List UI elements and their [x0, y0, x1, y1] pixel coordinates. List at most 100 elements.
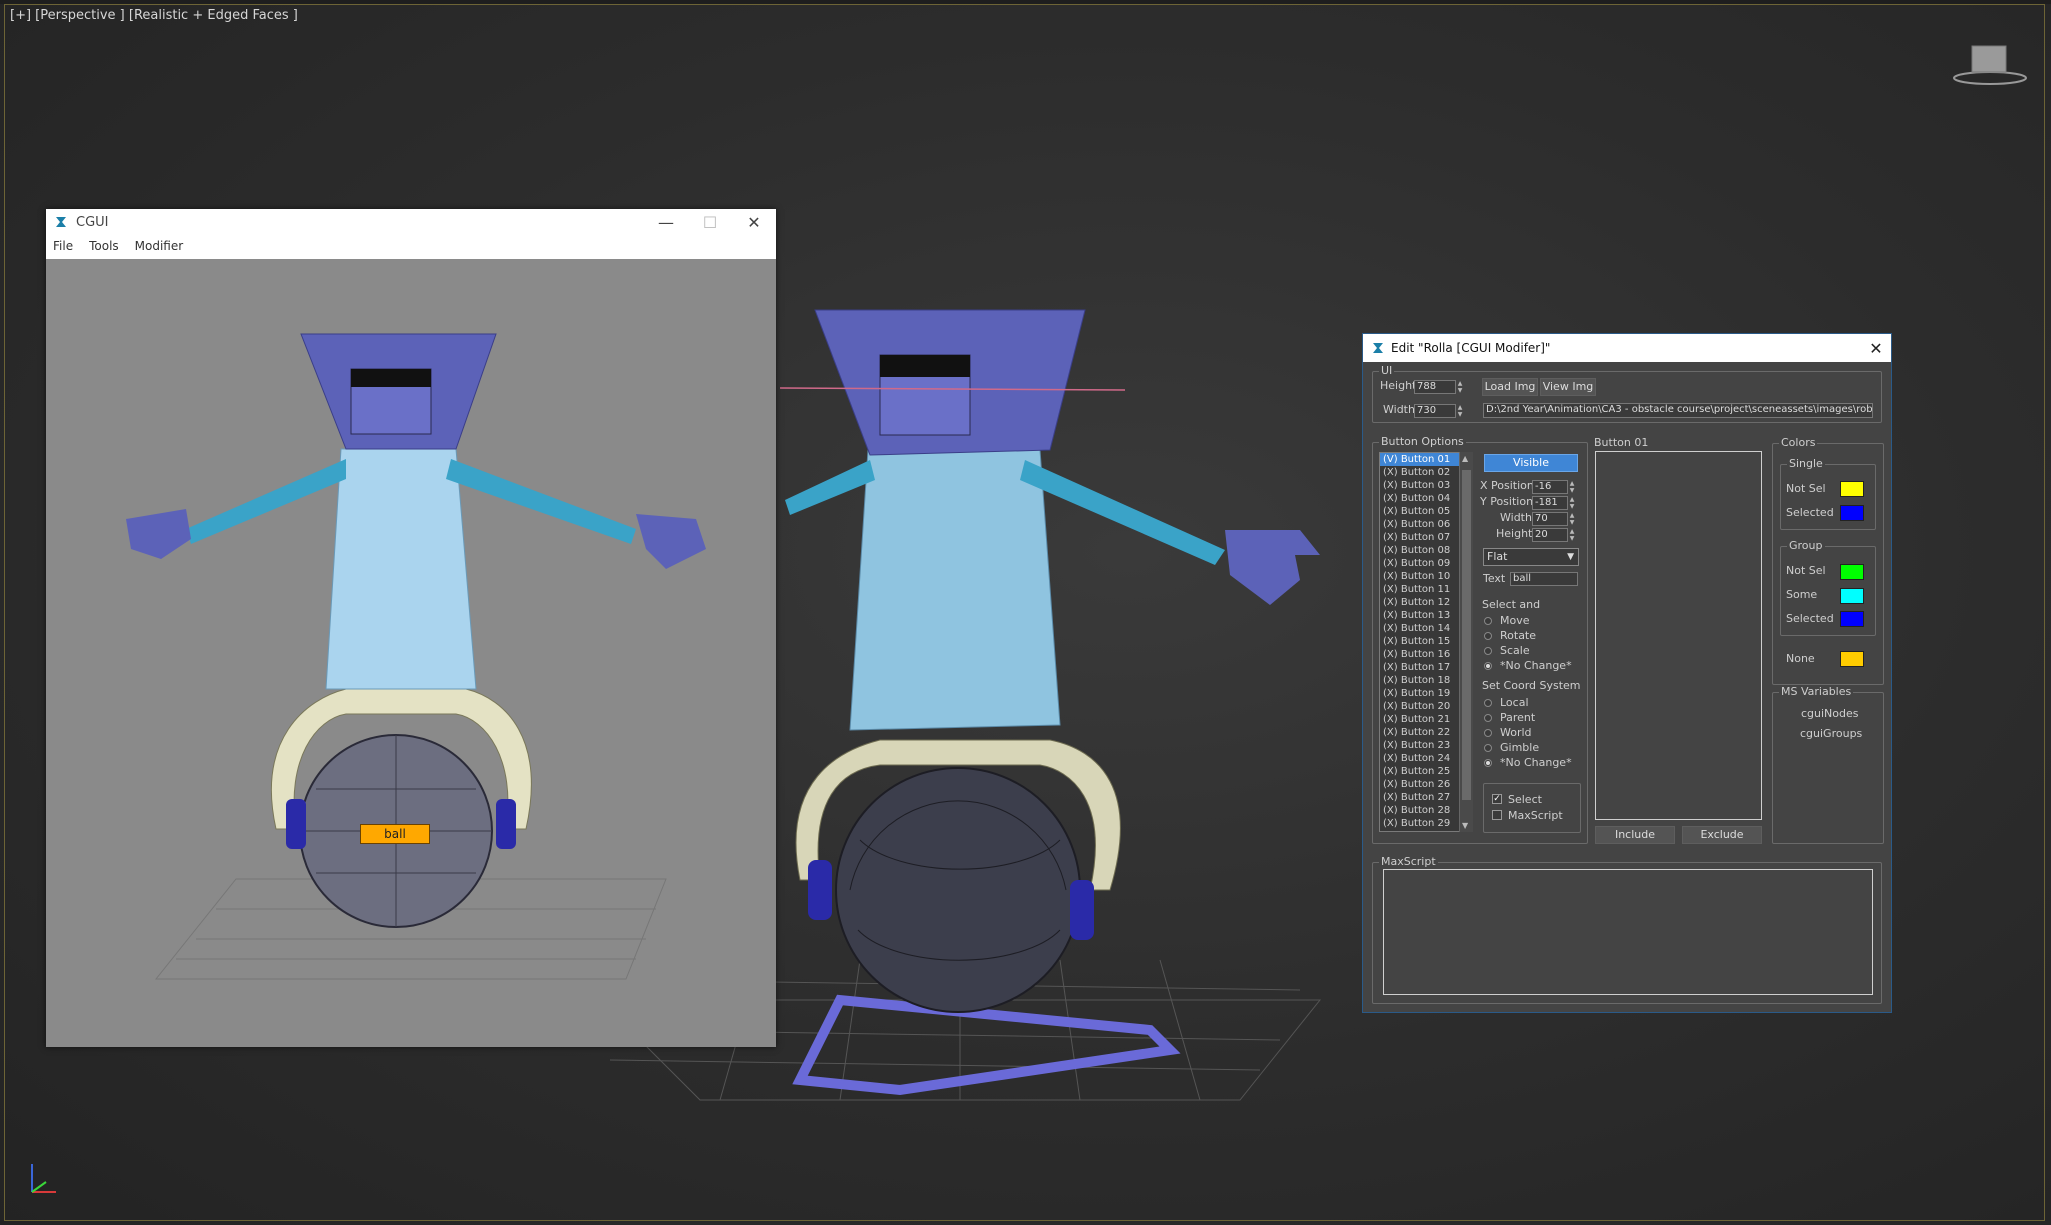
- button-preview-box[interactable]: [1595, 451, 1762, 820]
- right-hand: [1225, 530, 1320, 605]
- ms-variable-item[interactable]: cguiNodes: [1801, 707, 1859, 720]
- y-position-spinner[interactable]: ▲ ▼: [1568, 496, 1576, 510]
- text-field[interactable]: ball: [1510, 572, 1578, 586]
- maximize-button[interactable]: ☐: [688, 213, 732, 232]
- robot-ball: [835, 767, 1081, 1013]
- single-selected-label: Selected: [1786, 506, 1834, 519]
- text-label: Text: [1483, 572, 1506, 585]
- visible-button[interactable]: Visible: [1484, 454, 1578, 472]
- colors-label: Colors: [1779, 436, 1818, 449]
- width-spinner[interactable]: ▲ ▼: [1456, 404, 1464, 418]
- menu-modifier[interactable]: Modifier: [135, 239, 184, 253]
- scroll-up-icon[interactable]: ▲: [1462, 454, 1468, 463]
- minimize-button[interactable]: —: [644, 213, 688, 232]
- button-height-field[interactable]: 20: [1532, 528, 1568, 542]
- chevron-down-icon: ▼: [1567, 552, 1574, 562]
- view-img-button[interactable]: View Img: [1540, 378, 1596, 396]
- menu-tools[interactable]: Tools: [89, 239, 119, 253]
- button-width-field[interactable]: 70: [1532, 512, 1568, 526]
- right-wheel: [1070, 880, 1094, 940]
- radio-parent[interactable]: [1484, 714, 1492, 722]
- radio-coord-no-change[interactable]: [1484, 759, 1492, 767]
- ball-button[interactable]: ball: [360, 824, 430, 844]
- axis-gizmo-icon: [31, 1164, 56, 1193]
- coord-system-label: Set Coord System: [1482, 679, 1581, 692]
- radio-scale[interactable]: [1484, 647, 1492, 655]
- maxscript-label: MaxScript: [1379, 855, 1438, 868]
- ms-variables-label: MS Variables: [1779, 685, 1854, 698]
- height-field[interactable]: 788: [1414, 380, 1456, 394]
- group-not-sel-swatch[interactable]: [1840, 564, 1864, 580]
- close-button[interactable]: ✕: [1861, 339, 1891, 358]
- radio-rotate-label: Rotate: [1500, 629, 1537, 642]
- robot-model[interactable]: [779, 309, 1320, 1096]
- radio-gimble[interactable]: [1484, 744, 1492, 752]
- cgui-titlebar[interactable]: CGUI — ☐ ✕: [46, 209, 776, 235]
- 3dsmax-app-icon: [1373, 343, 1383, 353]
- robot-body: [849, 449, 1061, 731]
- radio-move-label: Move: [1500, 614, 1530, 627]
- cgui-title: CGUI: [76, 214, 109, 230]
- radio-move[interactable]: [1484, 617, 1492, 625]
- none-swatch[interactable]: [1840, 651, 1864, 667]
- menu-file[interactable]: File: [53, 239, 73, 253]
- button-height-spinner[interactable]: ▲ ▼: [1568, 528, 1576, 542]
- y-position-field[interactable]: -181: [1532, 496, 1568, 510]
- radio-no-change[interactable]: [1484, 662, 1492, 670]
- select-and-label: Select and: [1482, 598, 1541, 611]
- group-some-label: Some: [1786, 588, 1818, 601]
- single-selected-swatch[interactable]: [1840, 505, 1864, 521]
- button-width-label: Width: [1500, 511, 1532, 524]
- group-selected-label: Selected: [1786, 612, 1834, 625]
- image-path-field[interactable]: D:\2nd Year\Animation\CA3 - obstacle cou…: [1483, 403, 1873, 418]
- width-field[interactable]: 730: [1414, 404, 1456, 418]
- width-label: Width: [1383, 403, 1415, 416]
- viewcube-icon[interactable]: [1950, 38, 2030, 88]
- close-button[interactable]: ✕: [732, 213, 776, 232]
- cgui-canvas[interactable]: ball: [46, 259, 776, 1047]
- height-spinner[interactable]: ▲ ▼: [1456, 380, 1464, 394]
- button-width-spinner[interactable]: ▲ ▼: [1568, 512, 1576, 526]
- scroll-down-icon[interactable]: ▼: [1462, 821, 1468, 830]
- edit-dialog-titlebar[interactable]: Edit "Rolla [CGUI Modifer]" ✕: [1363, 334, 1891, 362]
- radio-world[interactable]: [1484, 729, 1492, 737]
- select-checkbox-label: Select: [1508, 793, 1542, 806]
- none-label: None: [1786, 652, 1815, 665]
- cgui-menubar: File Tools Modifier: [46, 235, 776, 257]
- cgui-window[interactable]: CGUI — ☐ ✕ File Tools Modifier ball: [46, 209, 776, 1047]
- radio-rotate[interactable]: [1484, 632, 1492, 640]
- button-height-label: Height: [1496, 527, 1533, 540]
- radio-gimble-label: Gimble: [1500, 741, 1540, 754]
- cgui-robot-image: [126, 333, 706, 980]
- button-panel-label: Button 01: [1594, 436, 1649, 449]
- style-dropdown[interactable]: Flat ▼: [1483, 548, 1579, 566]
- radio-coord-no-change-label: *No Change*: [1500, 756, 1572, 769]
- right-arm: [1020, 460, 1225, 565]
- radio-local-label: Local: [1500, 696, 1529, 709]
- single-not-sel-label: Not Sel: [1786, 482, 1826, 495]
- maxscript-checkbox[interactable]: [1492, 810, 1502, 820]
- scroll-thumb[interactable]: [1462, 470, 1471, 800]
- load-img-button[interactable]: Load Img: [1482, 378, 1538, 396]
- group-some-swatch[interactable]: [1840, 588, 1864, 604]
- include-button[interactable]: Include: [1595, 826, 1675, 844]
- 3dsmax-app-icon: [56, 217, 66, 227]
- radio-local[interactable]: [1484, 699, 1492, 707]
- maxscript-textarea[interactable]: [1383, 869, 1873, 995]
- x-position-spinner[interactable]: ▲ ▼: [1568, 480, 1576, 494]
- left-wheel: [808, 860, 832, 920]
- maxscript-checkbox-label: MaxScript: [1508, 809, 1563, 822]
- group-selected-swatch[interactable]: [1840, 611, 1864, 627]
- group-label: Group: [1787, 539, 1825, 552]
- left-arm: [785, 460, 875, 515]
- button-list-scrollbar[interactable]: ▲ ▼: [1459, 452, 1473, 832]
- button-options-label: Button Options: [1379, 435, 1466, 448]
- group-not-sel-label: Not Sel: [1786, 564, 1826, 577]
- ms-variable-item[interactable]: cguiGroups: [1800, 727, 1862, 740]
- single-not-sel-swatch[interactable]: [1840, 481, 1864, 497]
- selection-line: [779, 387, 1126, 391]
- exclude-button[interactable]: Exclude: [1682, 826, 1762, 844]
- radio-no-change-label: *No Change*: [1500, 659, 1572, 672]
- select-checkbox[interactable]: ✓: [1492, 794, 1502, 804]
- x-position-field[interactable]: -16: [1532, 480, 1568, 494]
